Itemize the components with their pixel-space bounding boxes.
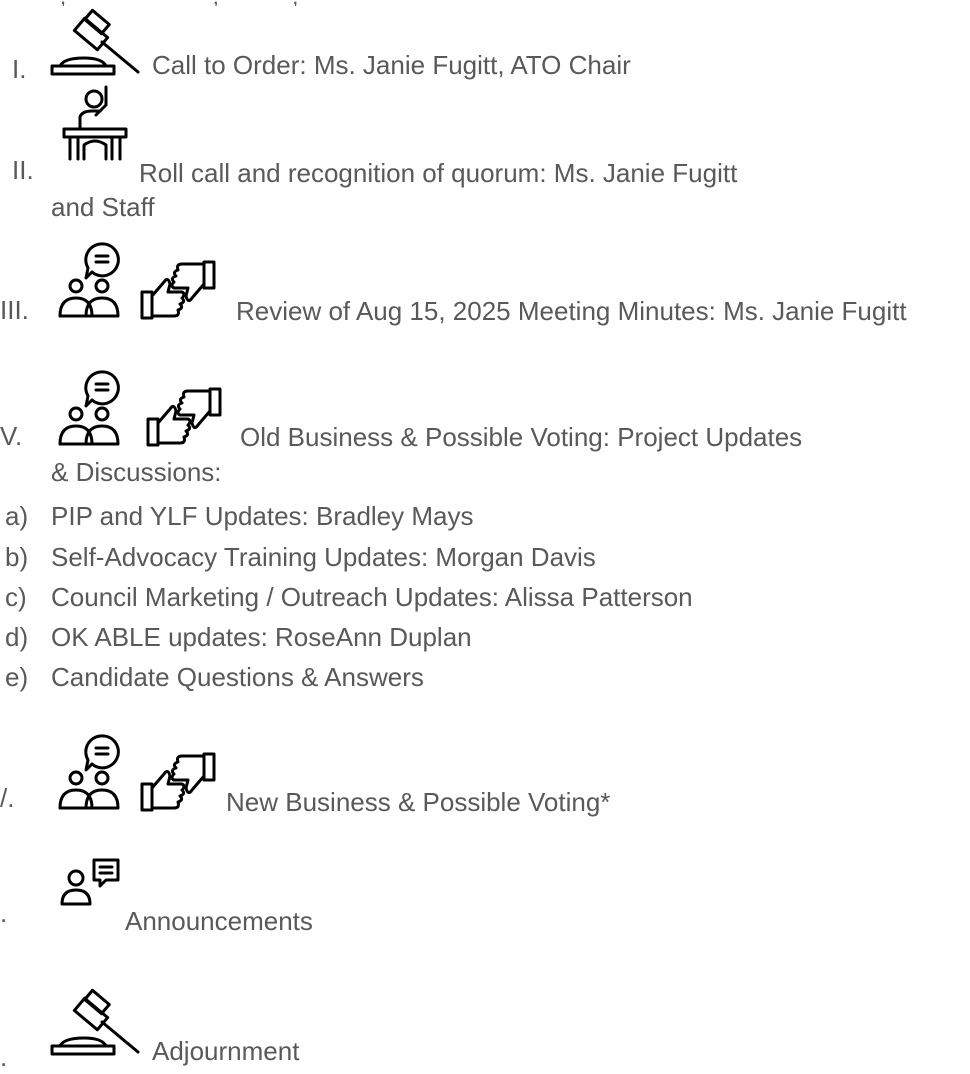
item-text: Review of Aug 15, 2025 Meeting Minutes: …	[236, 296, 907, 326]
item-numeral: .	[0, 1042, 8, 1072]
item-text: Announcements	[125, 906, 313, 936]
thumbs-up-down-icon	[138, 258, 228, 322]
item-text: Roll call and recognition of quorum: Ms.…	[139, 158, 738, 188]
discussion-group-icon	[58, 368, 134, 448]
subitem-text: OK ABLE updates: RoseAnn Duplan	[51, 622, 472, 652]
discussion-group-icon	[58, 240, 134, 320]
cropped-top-line: , , ,	[60, 0, 390, 6]
gavel-icon	[50, 8, 148, 76]
subitem-letter: e)	[5, 662, 29, 692]
subitem-letter: a)	[5, 501, 29, 531]
item-numeral: I.	[12, 54, 27, 84]
item-text: Call to Order: Ms. Janie Fugitt, ATO Cha…	[152, 50, 631, 80]
item-numeral: V.	[0, 421, 23, 451]
agenda-page: { "agenda": { "items": [ { "numeral": "I…	[0, 0, 970, 1074]
item-numeral: .	[0, 898, 8, 928]
discussion-group-icon	[58, 732, 134, 812]
thumbs-up-down-icon	[138, 750, 228, 814]
subitem-letter: d)	[5, 622, 29, 652]
item-text: Adjournment	[152, 1036, 300, 1066]
subitem-letter: c)	[5, 582, 27, 612]
raised-hand-podium-icon	[62, 85, 128, 161]
subitem-text: Council Marketing / Outreach Updates: Al…	[51, 582, 693, 612]
item-text: Old Business & Possible Voting: Project …	[240, 422, 803, 452]
item-text-continued: & Discussions:	[51, 457, 222, 487]
item-numeral: III.	[0, 295, 29, 325]
subitem-letter: b)	[5, 542, 29, 572]
thumbs-up-down-icon	[144, 385, 234, 449]
subitem-text: Candidate Questions & Answers	[51, 662, 424, 692]
item-text-continued: and Staff	[51, 192, 155, 222]
item-numeral: II.	[12, 155, 34, 185]
person-speech-icon	[60, 858, 122, 906]
item-text: New Business & Possible Voting*	[226, 787, 611, 817]
subitem-text: Self-Advocacy Training Updates: Morgan D…	[51, 542, 596, 572]
subitem-text: PIP and YLF Updates: Bradley Mays	[51, 501, 474, 531]
item-numeral: /.	[0, 783, 15, 813]
gavel-icon	[50, 988, 148, 1056]
